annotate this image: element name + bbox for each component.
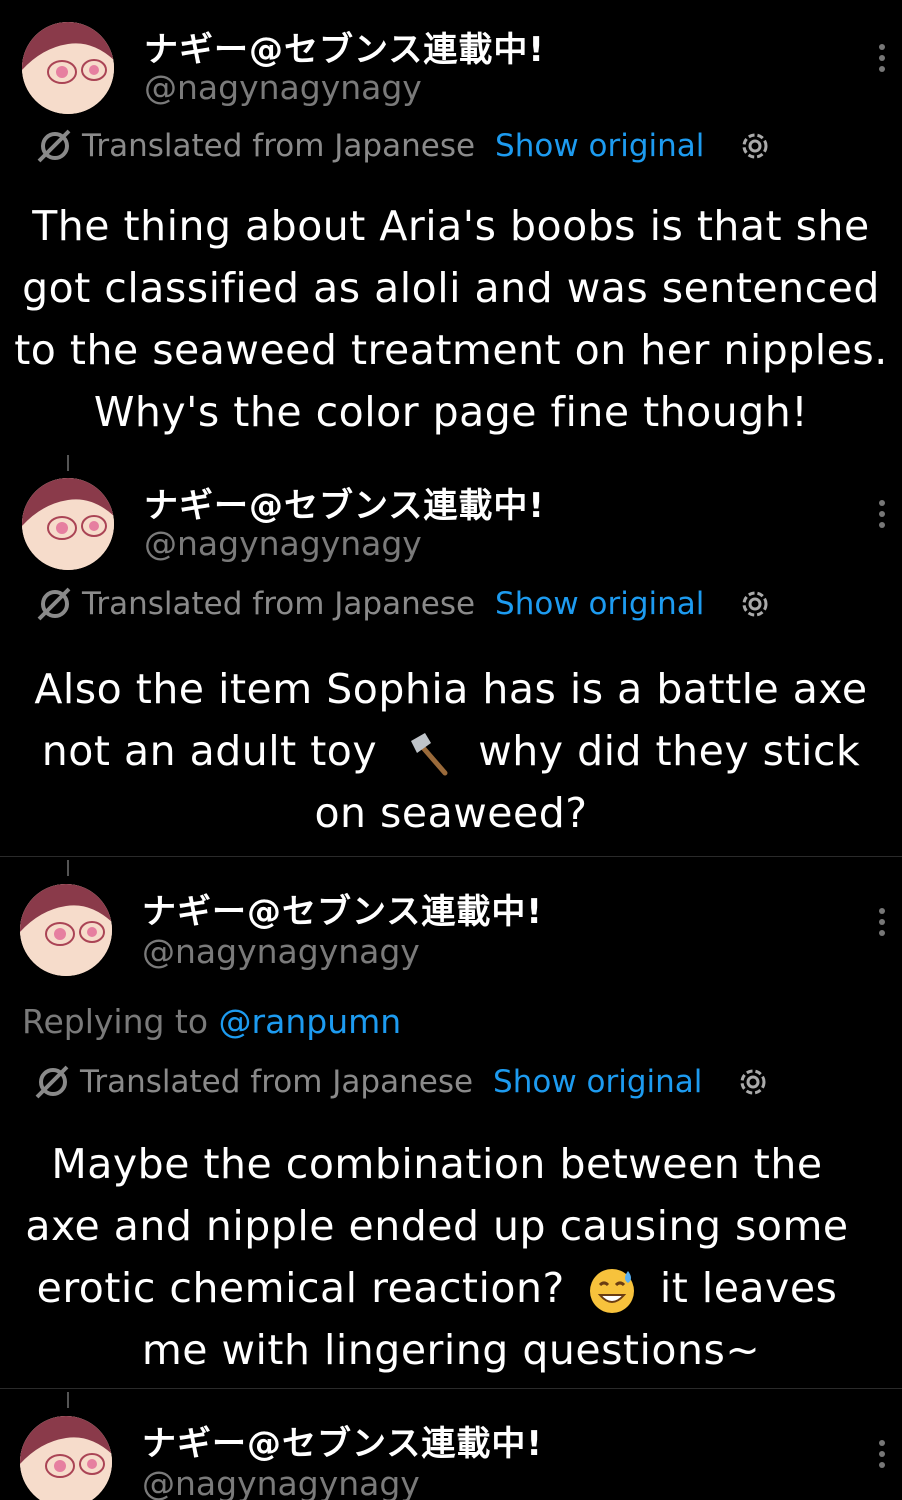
text-segment: why did they stick [478,727,861,775]
more-vertical-icon[interactable] [878,908,886,940]
post-text: Also the item Sophia has is a battle axe… [0,658,902,844]
gear-icon[interactable] [738,129,772,163]
sweat-smile-emoji-icon [590,1269,635,1313]
text-line-with-emoji: not an adult toy why did they stick [0,720,902,782]
text-line: got classified as aloli and was sentence… [22,264,880,312]
text-segment: erotic chemical reaction? [36,1264,565,1312]
show-original-link[interactable]: Show original [495,586,704,622]
avatar-image [20,884,112,976]
post-4[interactable]: ナギー@セブンス連載中! @nagynagynagy [0,1398,902,1500]
translation-bar: Translated from Japanese Show original [32,1064,770,1100]
translated-label: Translated from Japanese [82,128,476,164]
post-text: Maybe the combination between the axe an… [0,1133,888,1381]
text-line: Also the item Sophia has is a battle axe [34,665,868,713]
axe-emoji-icon [410,733,448,776]
translate-icon [37,129,71,163]
avatar[interactable] [20,884,112,976]
more-vertical-icon[interactable] [878,44,886,76]
handle[interactable]: @nagynagynagy [142,1464,420,1500]
text-line: axe and nipple ended up causing some [25,1202,849,1250]
display-name[interactable]: ナギー@セブンス連載中! [144,22,545,71]
replying-to: Replying to @ranpumn [22,1002,401,1041]
text-segment: not an adult toy [41,727,378,775]
divider [0,1388,902,1389]
translated-label: Translated from Japanese [80,1064,474,1100]
post-text: The thing about Aria's boobs is that she… [0,195,902,443]
avatar[interactable] [22,22,114,114]
handle[interactable]: @nagynagynagy [142,932,420,971]
translation-bar: Translated from Japanese Show original [34,586,772,622]
translate-icon [35,1065,69,1099]
avatar-image [22,22,114,114]
text-line: The thing about Aria's boobs is that she [32,202,870,250]
mention-link[interactable]: @ranpumn [219,1002,402,1041]
post-1[interactable]: ナギー@セブンス連載中! @nagynagynagy Translated fr… [0,0,902,450]
avatar-image [22,478,114,570]
translation-bar: Translated from Japanese Show original [34,128,772,164]
avatar-image [20,1416,112,1500]
post-3[interactable]: ナギー@セブンス連載中! @nagynagynagy Replying to @… [0,866,902,1386]
translated-label: Translated from Japanese [82,586,476,622]
show-original-link[interactable]: Show original [495,128,704,164]
display-name[interactable]: ナギー@セブンス連載中! [144,478,545,527]
gear-icon[interactable] [738,587,772,621]
more-vertical-icon[interactable] [878,500,886,532]
text-line: on seaweed? [314,789,588,837]
replying-prefix: Replying to [22,1002,209,1041]
text-line: Maybe the combination between the [51,1140,823,1188]
show-original-link[interactable]: Show original [493,1064,702,1100]
gear-icon[interactable] [736,1065,770,1099]
text-line-with-emoji: erotic chemical reaction? it leaves [0,1257,888,1319]
post-2[interactable]: ナギー@セブンス連載中! @nagynagynagy Translated fr… [0,460,902,855]
text-line: me with lingering questions~ [141,1326,761,1374]
translate-icon [37,587,71,621]
handle[interactable]: @nagynagynagy [144,68,422,107]
divider [0,856,902,857]
avatar[interactable] [20,1416,112,1500]
text-segment: it leaves [659,1264,838,1312]
text-line: to the seaweed treatment on her nipples. [14,326,888,374]
display-name[interactable]: ナギー@セブンス連載中! [142,1416,543,1465]
text-line: Why's the color page fine though! [93,388,809,436]
handle[interactable]: @nagynagynagy [144,524,422,563]
display-name[interactable]: ナギー@セブンス連載中! [142,884,543,933]
more-vertical-icon[interactable] [878,1440,886,1472]
avatar[interactable] [22,478,114,570]
